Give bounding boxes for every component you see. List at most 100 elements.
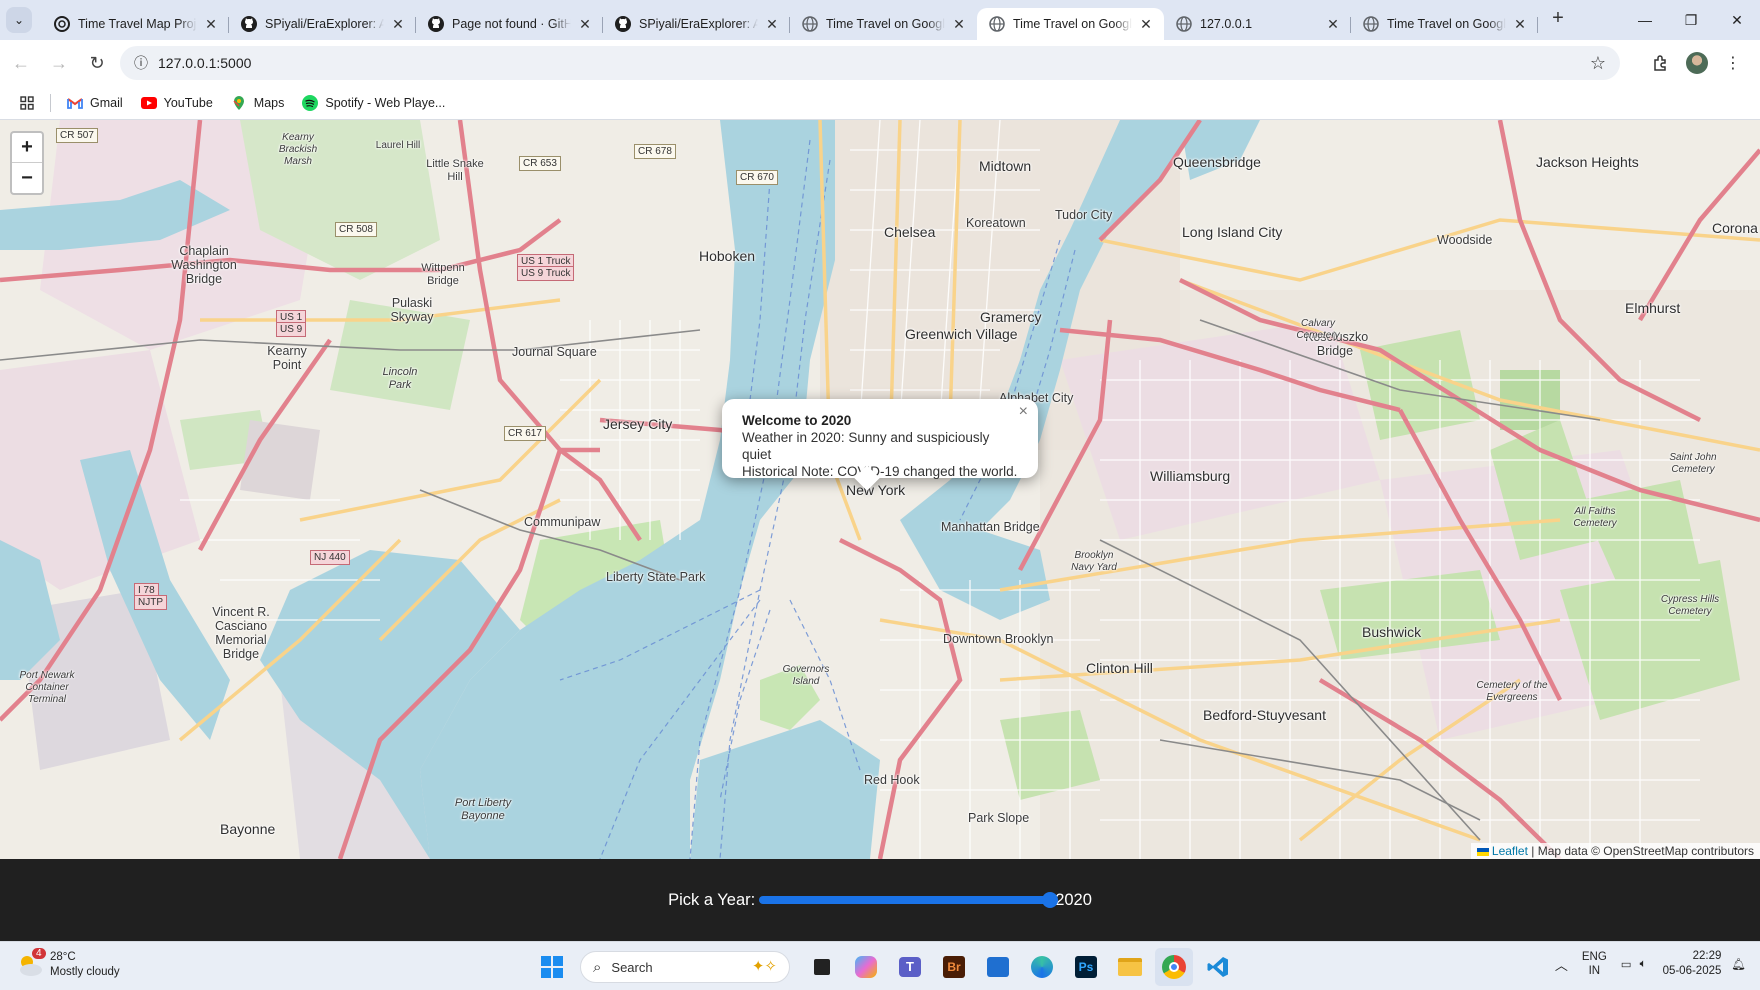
globe-icon [989,16,1005,32]
tab-title: SPiyali/EraExplorer: A [265,17,384,31]
tab-title: 127.0.0.1 [1200,17,1253,31]
tab-close-icon[interactable]: ✕ [951,16,967,32]
lang-bottom: IN [1588,965,1601,977]
reload-button[interactable]: ↻ [80,46,114,80]
chatgpt-icon [54,16,70,32]
close-window-button[interactable]: ✕ [1714,0,1760,40]
search-icon: ⌕ [593,958,602,976]
file-explorer-icon[interactable] [1111,948,1149,986]
taskbar-search[interactable]: ⌕ Search ✦✧ [580,951,790,983]
apps-grid-icon[interactable] [12,90,42,116]
clock-date: 05-06-2025 [1662,965,1722,977]
forward-button[interactable]: → [42,46,76,80]
browser-tab[interactable]: Page not found · GitHub ✕ [416,8,603,40]
year-picker-label: Pick a Year: [668,890,756,909]
tab-title: SPiyali/EraExplorer: A [639,17,758,31]
map-label: Bayonne [220,821,276,837]
chevron-up-icon[interactable]: ︿ [1555,955,1568,974]
gmail-icon [67,95,83,111]
github-icon [241,16,257,32]
address-bar[interactable]: ⓘ 127.0.0.1:5000 ☆ [120,46,1620,80]
zoom-in-button[interactable]: + [12,133,42,163]
bookmark-gmail[interactable]: Gmail [61,90,129,116]
browser-tab[interactable]: Time Travel Map Project ✕ [42,8,229,40]
browser-tab[interactable]: SPiyali/EraExplorer: A ✕ [229,8,416,40]
bookmark-spotify[interactable]: Spotify - Web Playe... [296,90,451,116]
address-url[interactable]: 127.0.0.1:5000 [158,55,251,71]
bookmark-maps[interactable]: Maps [225,90,291,116]
bookmark-youtube[interactable]: YouTube [135,90,219,116]
notification-bell-icon[interactable]: 🔔︎ [1731,957,1746,971]
clock[interactable]: 22:29 05-06-2025 [1663,949,1722,979]
zoom-out-button[interactable]: − [12,163,42,193]
map-label: Chelsea [884,224,936,240]
route-shield: CR 508 [335,222,377,237]
map-label: Journal Square [512,345,597,359]
edge-icon[interactable] [1023,948,1061,986]
more-menu-icon[interactable]: ⋮ [1716,46,1750,80]
store-icon[interactable] [979,948,1017,986]
start-button[interactable] [533,948,571,986]
leaflet-link[interactable]: Leaflet [1492,844,1528,858]
teams-icon[interactable]: T [891,948,929,986]
minimize-button[interactable]: — [1622,0,1668,40]
volume-icon[interactable]: 🔈︎ [1640,958,1647,971]
map-view[interactable]: Midtown Queensbridge Jackson Heights Kor… [0,120,1760,859]
tab-close-icon[interactable]: ✕ [1325,16,1341,32]
network-icon[interactable]: ▭ [1621,957,1632,971]
map-label: Cypress Hills Cemetery [1660,594,1720,617]
tab-title: Time Travel on Google [826,17,945,31]
ukraine-flag-icon [1476,847,1489,856]
tab-close-icon[interactable]: ✕ [764,16,780,32]
route-shield: CR 653 [519,156,561,171]
back-button[interactable]: ← [4,46,38,80]
system-tray: ︿ ENG IN ▭ 🔈︎ 22:29 05-06-2025 🔔︎ [1555,949,1746,979]
site-info-icon[interactable]: ⓘ [124,53,158,73]
task-view-icon[interactable] [803,948,841,986]
restore-button[interactable]: ❐ [1668,0,1714,40]
language-indicator[interactable]: ENG IN [1582,950,1607,978]
tab-close-icon[interactable]: ✕ [1138,16,1154,32]
browser-tab[interactable]: Time Travel on Google ✕ [1351,8,1538,40]
tab-close-icon[interactable]: ✕ [390,16,406,32]
new-tab-button[interactable]: + [1544,4,1572,32]
youtube-icon [140,95,157,111]
bookmark-label: Spotify - Web Playe... [325,95,446,110]
map-label: Downtown Brooklyn [943,632,1054,646]
tab-close-icon[interactable]: ✕ [203,16,219,32]
map-attribution: Leaflet | Map data © OpenStreetMap contr… [1470,843,1760,859]
extensions-icon[interactable] [1644,46,1678,80]
browser-tab[interactable]: Time Travel on Google ✕ [977,8,1164,40]
photoshop-icon[interactable]: Ps [1067,948,1105,986]
bridge-icon[interactable]: Br [935,948,973,986]
map-label: Port Newark Container Terminal [19,670,75,705]
tab-search-button[interactable]: ⌄ [6,7,32,33]
tab-close-icon[interactable]: ✕ [577,16,593,32]
chrome-icon[interactable] [1155,948,1193,986]
tab-title: Time Travel Map Project [78,17,197,31]
tab-title: Page not found · GitHub [452,17,571,31]
browser-tab[interactable]: 127.0.0.1 ✕ [1164,8,1351,40]
taskbar: 4 28°C Mostly cloudy ⌕ Search ✦✧ T Br Ps… [0,941,1760,990]
map-label: Chaplain Washington Bridge [171,244,237,286]
year-slider[interactable] [759,892,1059,908]
tab-title: Time Travel on Google [1387,17,1506,31]
browser-tab[interactable]: SPiyali/EraExplorer: A ✕ [603,8,790,40]
vscode-icon[interactable] [1199,948,1237,986]
browser-tab[interactable]: Time Travel on Google ✕ [790,8,977,40]
popup-close-button[interactable]: × [1019,403,1028,420]
map-label: Wittpenn Bridge [421,262,465,287]
tab-close-icon[interactable]: ✕ [1512,16,1528,32]
bookmark-star-icon[interactable]: ☆ [1590,53,1606,74]
year-value: 2020 [1055,890,1092,909]
map-label: Greenwich Village [905,326,1018,342]
copilot-icon[interactable] [847,948,885,986]
globe-icon [1363,16,1379,32]
map-label: Communipaw [524,515,601,529]
weather-widget[interactable]: 4 28°C Mostly cloudy [16,948,120,980]
map-label: Governors Island [782,664,830,687]
map-label: Liberty State Park [606,570,706,584]
map-label: Corona [1712,220,1758,236]
bookmark-label: YouTube [163,95,213,110]
profile-avatar[interactable] [1686,52,1708,74]
